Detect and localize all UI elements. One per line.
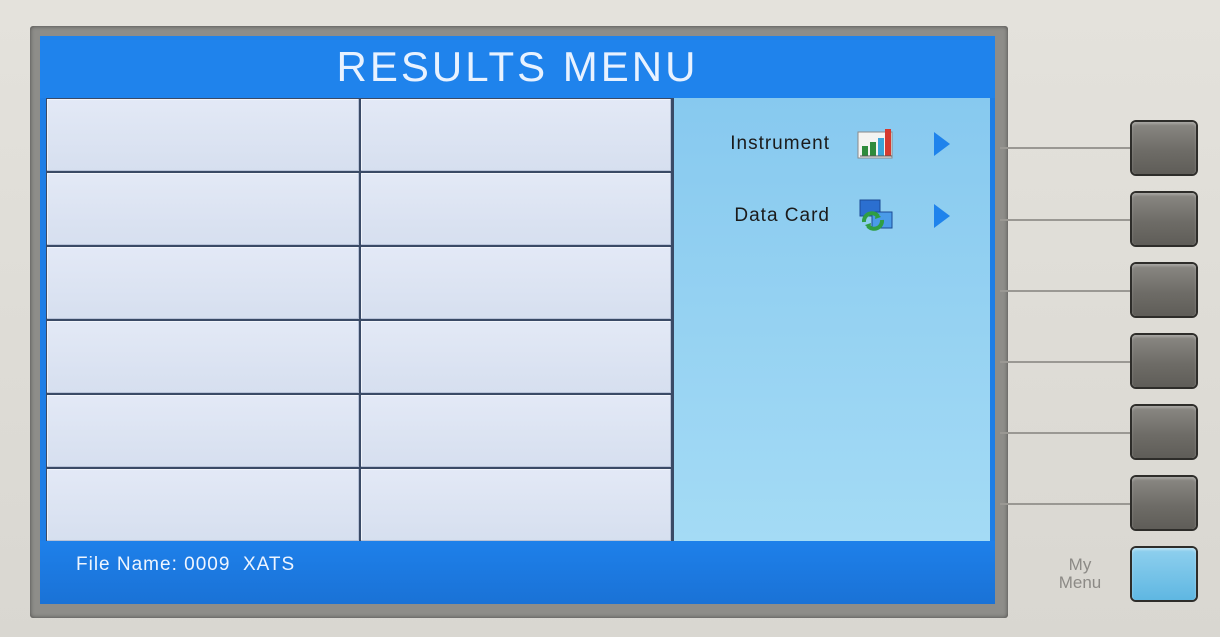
- results-cell: [361, 469, 671, 541]
- my-menu-button[interactable]: [1132, 548, 1196, 600]
- lcd-screen: RESULTS MENU Instrument Data Card File N…: [40, 36, 995, 604]
- softkey-lead-line: [1000, 219, 1134, 221]
- chevron-right-icon: [934, 132, 950, 156]
- softkey-4-button[interactable]: [1132, 335, 1196, 387]
- softkey-lead-line: [1000, 432, 1134, 434]
- results-cell: [47, 469, 359, 541]
- results-cell: [47, 99, 359, 171]
- menu-item-instrument[interactable]: Instrument: [674, 124, 990, 164]
- page-title: RESULTS MENU: [336, 43, 699, 90]
- softkey-lead-line: [1000, 290, 1134, 292]
- results-cell: [361, 173, 671, 245]
- results-cell: [47, 247, 359, 319]
- softkey-menu-panel: Instrument Data Card: [674, 98, 990, 541]
- status-bar: File Name: 0009 XATS: [40, 541, 995, 604]
- menu-item-label: Instrument: [730, 133, 830, 154]
- file-name-readout: File Name: 0009 XATS: [76, 554, 295, 576]
- file-name-label: File Name:: [76, 554, 178, 575]
- menu-item-data-card[interactable]: Data Card: [674, 196, 990, 236]
- softkey-lead-line: [1000, 147, 1134, 149]
- my-menu-label-line1: My: [1068, 555, 1092, 574]
- results-cell: [47, 321, 359, 393]
- results-grid: [46, 98, 674, 541]
- softkey-lead-line: [1000, 503, 1134, 505]
- file-name-value: 0009 XATS: [184, 554, 296, 575]
- title-bar: RESULTS MENU: [40, 36, 995, 98]
- menu-item-label: Data Card: [734, 205, 830, 226]
- softkey-5-button[interactable]: [1132, 406, 1196, 458]
- softkey-3-button[interactable]: [1132, 264, 1196, 316]
- softkey-2-button[interactable]: [1132, 193, 1196, 245]
- chevron-right-icon: [934, 204, 950, 228]
- my-menu-label: My Menu: [1052, 556, 1108, 592]
- results-cell: [361, 321, 671, 393]
- bar-chart-icon: [856, 126, 896, 162]
- results-cell: [47, 395, 359, 467]
- softkey-lead-line: [1000, 361, 1134, 363]
- results-cell: [47, 173, 359, 245]
- results-cell: [361, 99, 671, 171]
- my-menu-label-line2: Menu: [1058, 573, 1102, 592]
- data-sync-icon: [856, 198, 896, 234]
- results-cell: [361, 247, 671, 319]
- softkey-1-button[interactable]: [1132, 122, 1196, 174]
- softkey-6-button[interactable]: [1132, 477, 1196, 529]
- results-cell: [361, 395, 671, 467]
